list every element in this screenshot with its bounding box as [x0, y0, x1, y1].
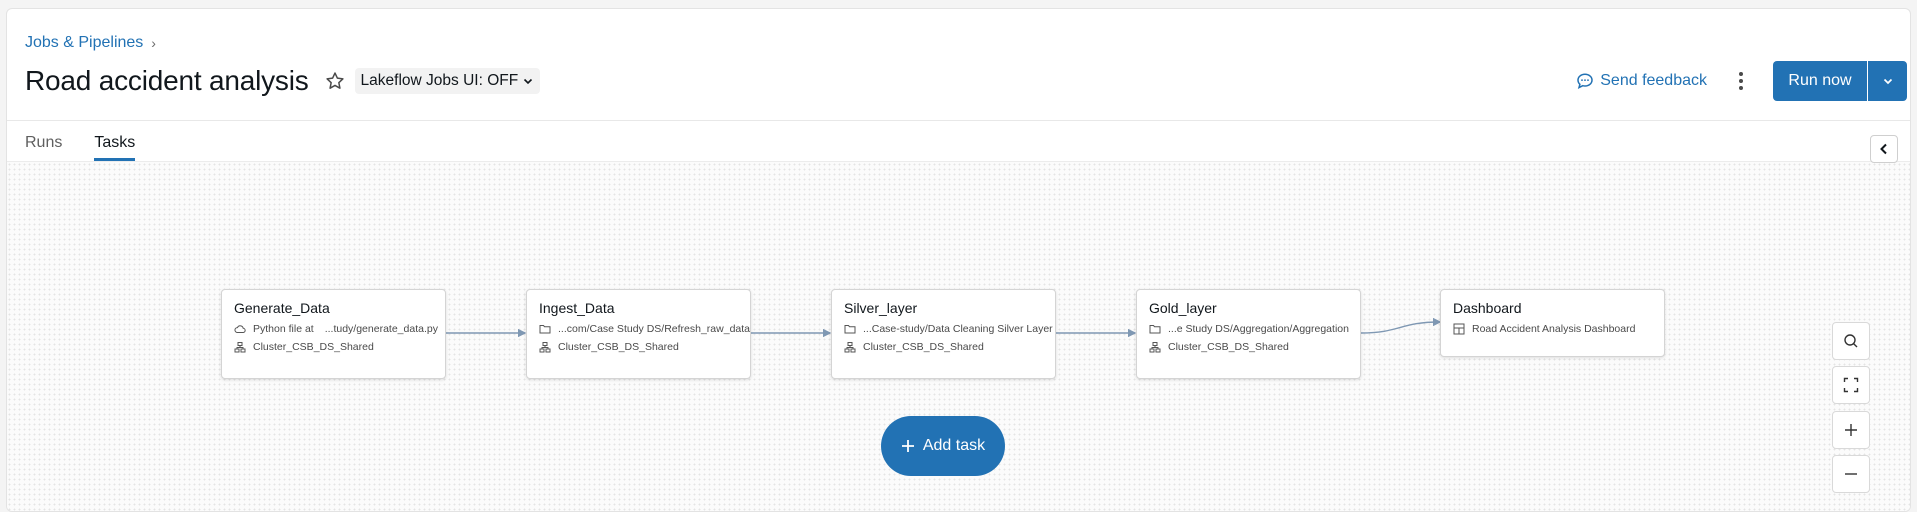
- add-task-label: Add task: [922, 437, 986, 454]
- fit-view-icon[interactable]: [1832, 366, 1870, 404]
- lakeflow-ui-toggle[interactable]: Lakeflow Jobs UI: OFF: [354, 68, 541, 94]
- task-node-generate-data[interactable]: Generate_Data Python file at ...tudy/gen…: [221, 289, 446, 379]
- task-cluster-name: Cluster_CSB_DS_Shared: [253, 341, 374, 353]
- task-node-dashboard[interactable]: Dashboard Road Accident Analysis Dashboa…: [1440, 289, 1665, 357]
- chevron-down-icon: [524, 78, 533, 85]
- task-source: ...com/Case Study DS/Refresh_raw_data: [539, 323, 750, 335]
- add-task-button[interactable]: Add task: [881, 416, 1005, 476]
- breadcrumb-jobs-link[interactable]: Jobs & Pipelines: [25, 34, 143, 52]
- folder-icon: [539, 325, 551, 334]
- cloud-icon: [234, 325, 246, 333]
- collapse-panel-icon[interactable]: [1870, 135, 1898, 163]
- task-source: ...Case-study/Data Cleaning Silver Layer: [844, 323, 1053, 335]
- title-row: Road accident analysis Lakeflow Jobs UI:…: [25, 65, 541, 97]
- task-name: Ingest_Data: [539, 300, 615, 316]
- task-source: Road Accident Analysis Dashboard: [1453, 323, 1652, 335]
- task-source: ...e Study DS/Aggregation/Aggregation: [1149, 323, 1349, 335]
- header-actions: Send feedback Run now: [1576, 61, 1907, 101]
- folder-icon: [844, 325, 856, 334]
- tab-runs[interactable]: Runs: [25, 134, 62, 161]
- task-name: Gold_layer: [1149, 300, 1217, 316]
- zoom-out-icon[interactable]: [1832, 455, 1870, 493]
- task-cluster-name: Cluster_CSB_DS_Shared: [558, 341, 679, 353]
- header-divider: [7, 120, 1910, 121]
- chat-bubble-icon: [1577, 73, 1594, 90]
- task-node-silver-layer[interactable]: Silver_layer ...Case-study/Data Cleaning…: [831, 289, 1056, 379]
- folder-icon: [1149, 325, 1161, 334]
- task-source: Python file at ...tudy/generate_data.py: [234, 323, 438, 335]
- task-cluster-name: Cluster_CSB_DS_Shared: [1168, 341, 1289, 353]
- task-source-path: ...tudy/generate_data.py: [324, 323, 438, 335]
- run-options-chevron-icon[interactable]: [1868, 61, 1907, 101]
- zoom-in-icon[interactable]: [1832, 411, 1870, 449]
- task-node-ingest-data[interactable]: Ingest_Data ...com/Case Study DS/Refresh…: [526, 289, 751, 379]
- cluster-icon: [844, 342, 856, 353]
- task-cluster: Cluster_CSB_DS_Shared: [1149, 341, 1348, 353]
- search-icon[interactable]: [1832, 322, 1870, 360]
- task-cluster: Cluster_CSB_DS_Shared: [844, 341, 1043, 353]
- task-cluster: Cluster_CSB_DS_Shared: [234, 341, 433, 353]
- task-name: Generate_Data: [234, 300, 330, 316]
- page-title: Road accident analysis: [25, 65, 309, 96]
- task-cluster: Cluster_CSB_DS_Shared: [539, 341, 738, 353]
- cluster-icon: [539, 342, 551, 353]
- cluster-icon: [234, 342, 246, 353]
- run-now-group: Run now: [1773, 61, 1907, 101]
- task-source-path: ...Case-study/Data Cleaning Silver Layer: [863, 323, 1053, 335]
- dashboard-icon: [1453, 323, 1465, 335]
- plus-icon: [901, 440, 914, 452]
- task-name: Dashboard: [1453, 300, 1522, 316]
- more-options-icon[interactable]: [1729, 65, 1753, 97]
- task-source-path: Road Accident Analysis Dashboard: [1472, 323, 1636, 335]
- tab-bar: Runs Tasks: [25, 134, 136, 161]
- task-source-path: ...e Study DS/Aggregation/Aggregation: [1168, 323, 1349, 335]
- task-cluster-name: Cluster_CSB_DS_Shared: [863, 341, 984, 353]
- task-source-prefix: Python file at: [253, 323, 314, 335]
- lakeflow-ui-toggle-label: Lakeflow Jobs UI: OFF: [360, 72, 519, 89]
- send-feedback-label: Send feedback: [1600, 72, 1707, 89]
- tab-tasks[interactable]: Tasks: [94, 134, 136, 161]
- run-now-button[interactable]: Run now: [1773, 61, 1867, 101]
- breadcrumb-separator: ›: [151, 35, 156, 51]
- task-source-path: ...com/Case Study DS/Refresh_raw_data: [558, 323, 751, 335]
- breadcrumb: Jobs & Pipelines ›: [25, 34, 156, 52]
- task-node-gold-layer[interactable]: Gold_layer ...e Study DS/Aggregation/Agg…: [1136, 289, 1361, 379]
- cluster-icon: [1149, 342, 1161, 353]
- send-feedback-link[interactable]: Send feedback: [1576, 72, 1707, 90]
- task-name: Silver_layer: [844, 300, 918, 316]
- star-icon[interactable]: [323, 69, 347, 93]
